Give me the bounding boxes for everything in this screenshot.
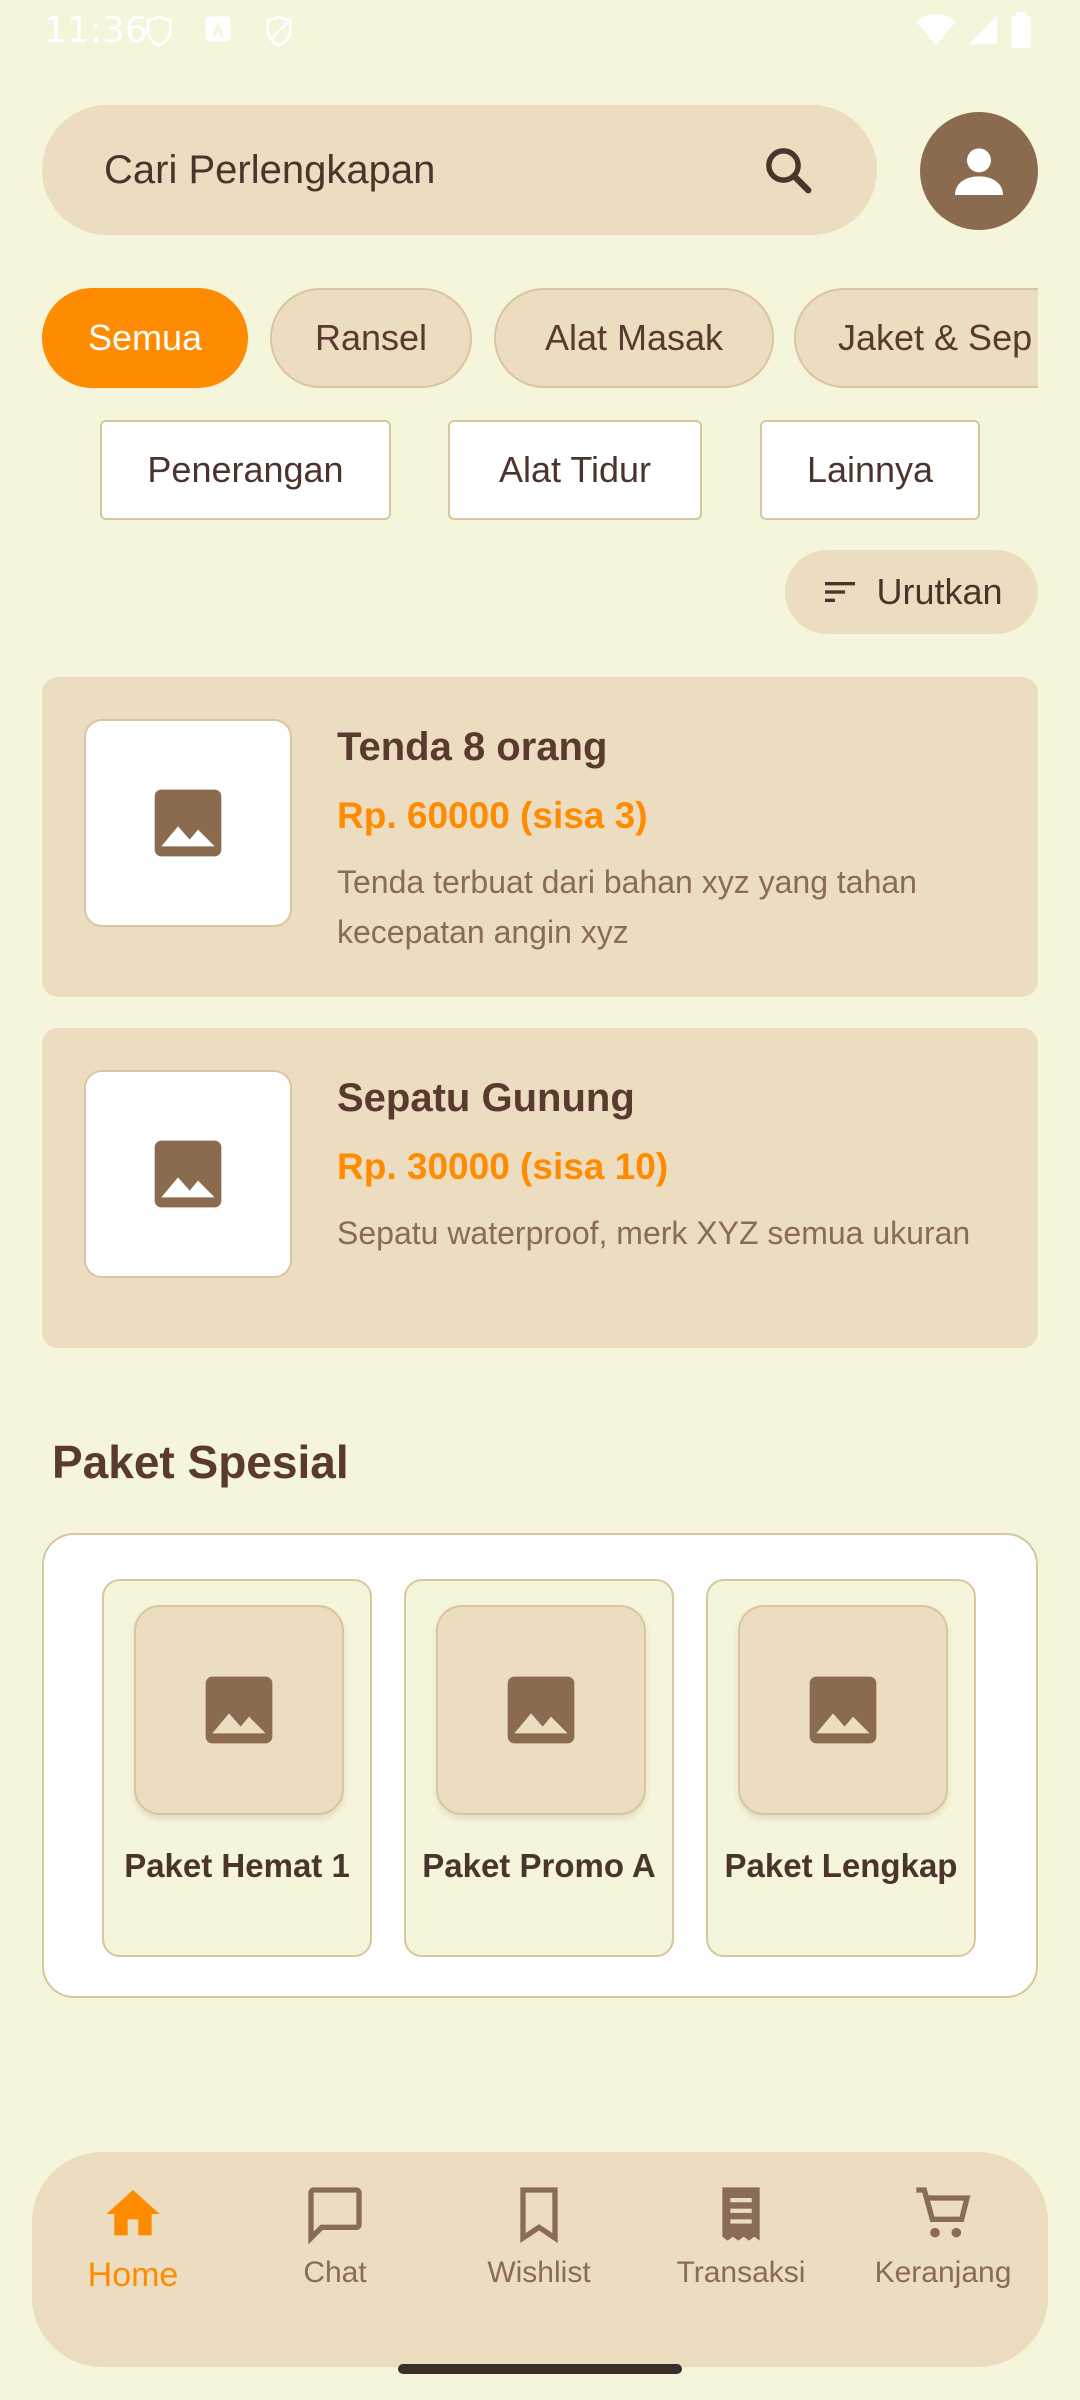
- category-chips: Semua Ransel Alat Masak Jaket & Sep: [42, 288, 1038, 388]
- status-time: 11:36: [44, 10, 148, 51]
- nav-label: Keranjang: [874, 2256, 1012, 2289]
- chip-alat-masak[interactable]: Alat Masak: [494, 288, 774, 388]
- image-placeholder-icon: [205, 1676, 273, 1744]
- receipt-icon: [722, 2187, 760, 2241]
- section-title-paket-spesial: Paket Spesial: [52, 1436, 349, 1488]
- bundle-card[interactable]: Paket Hemat 1: [102, 1579, 372, 1957]
- product-name: Sepatu Gunung: [337, 1076, 635, 1120]
- shield-icon: [146, 15, 172, 47]
- bundle-card[interactable]: Paket Promo A: [404, 1579, 674, 1957]
- product-name: Tenda 8 orang: [337, 725, 608, 769]
- image-placeholder-icon: [809, 1676, 877, 1744]
- home-indicator[interactable]: [398, 2364, 682, 2374]
- chat-icon: [308, 2187, 362, 2245]
- product-description: Sepatu waterproof, merk XYZ semua ukuran: [337, 1215, 971, 1251]
- nav-keranjang[interactable]: Keranjang: [848, 2172, 1038, 2332]
- image-placeholder-icon: [154, 1140, 222, 1208]
- chip-lainnya[interactable]: Lainnya: [760, 420, 980, 520]
- product-description: Tenda terbuat dari bahan xyz yang tahan …: [337, 864, 917, 950]
- sort-button[interactable]: Urutkan: [785, 550, 1038, 634]
- cart-icon: [916, 2187, 971, 2238]
- nav-label: Transaksi: [676, 2256, 806, 2289]
- bundle-card[interactable]: Paket Lengkap: [706, 1579, 976, 1957]
- chip-ransel[interactable]: Ransel: [270, 288, 472, 388]
- bundle-image: [436, 1605, 646, 1815]
- status-bar: 11:36: [0, 0, 1080, 62]
- bottom-navigation: Home Chat Wishlist Transaksi Keranjang: [32, 2152, 1048, 2367]
- chip-semua[interactable]: Semua: [42, 288, 248, 388]
- battery-icon: [1011, 12, 1031, 48]
- special-packages-container: Paket Hemat 1 Paket Promo A Paket Lengka…: [42, 1533, 1038, 1998]
- nav-chat[interactable]: Chat: [240, 2172, 430, 2332]
- bundle-name: Paket Promo A: [422, 1847, 656, 1884]
- sort-label: Urutkan: [876, 571, 1003, 612]
- product-image: [84, 719, 292, 927]
- nav-label: Wishlist: [487, 2256, 591, 2289]
- product-image: [84, 1070, 292, 1278]
- wifi-icon: [916, 14, 956, 45]
- product-price: Rp. 60000 (sisa 3): [337, 795, 648, 836]
- product-price: Rp. 30000 (sisa 10): [337, 1146, 669, 1187]
- chip-alat-tidur[interactable]: Alat Tidur: [448, 420, 702, 520]
- product-card[interactable]: Sepatu Gunung Rp. 30000 (sisa 10) Sepatu…: [42, 1028, 1038, 1348]
- nav-label: Chat: [303, 2256, 367, 2289]
- nav-transaksi[interactable]: Transaksi: [646, 2172, 836, 2332]
- profile-avatar-button[interactable]: [920, 112, 1038, 230]
- bookmark-icon: [520, 2187, 558, 2243]
- product-card[interactable]: Tenda 8 orang Rp. 60000 (sisa 3) Tenda t…: [42, 677, 1038, 997]
- search-icon[interactable]: [761, 143, 815, 197]
- bundle-image: [738, 1605, 948, 1815]
- search-input[interactable]: Cari Perlengkapan: [104, 148, 761, 193]
- app-notification-icon: [205, 16, 231, 42]
- home-icon: [106, 2190, 160, 2236]
- image-placeholder-icon: [154, 789, 222, 857]
- vpn-shield-icon: [266, 15, 292, 47]
- chip-jaket-sepatu[interactable]: Jaket & Sep: [794, 288, 1038, 388]
- nav-wishlist[interactable]: Wishlist: [444, 2172, 634, 2332]
- category-chips-secondary: Penerangan Alat Tidur Lainnya: [0, 420, 1080, 520]
- signal-icon: [968, 15, 998, 45]
- chip-penerangan[interactable]: Penerangan: [100, 420, 391, 520]
- search-bar[interactable]: Cari Perlengkapan: [42, 105, 877, 235]
- person-icon: [955, 148, 1003, 195]
- bundle-name: Paket Hemat 1: [124, 1847, 350, 1884]
- sort-icon: [825, 582, 856, 602]
- bundle-name: Paket Lengkap: [724, 1847, 958, 1884]
- bundle-image: [134, 1605, 344, 1815]
- nav-home[interactable]: Home: [38, 2172, 228, 2332]
- nav-label: Home: [87, 2256, 179, 2294]
- image-placeholder-icon: [507, 1676, 575, 1744]
